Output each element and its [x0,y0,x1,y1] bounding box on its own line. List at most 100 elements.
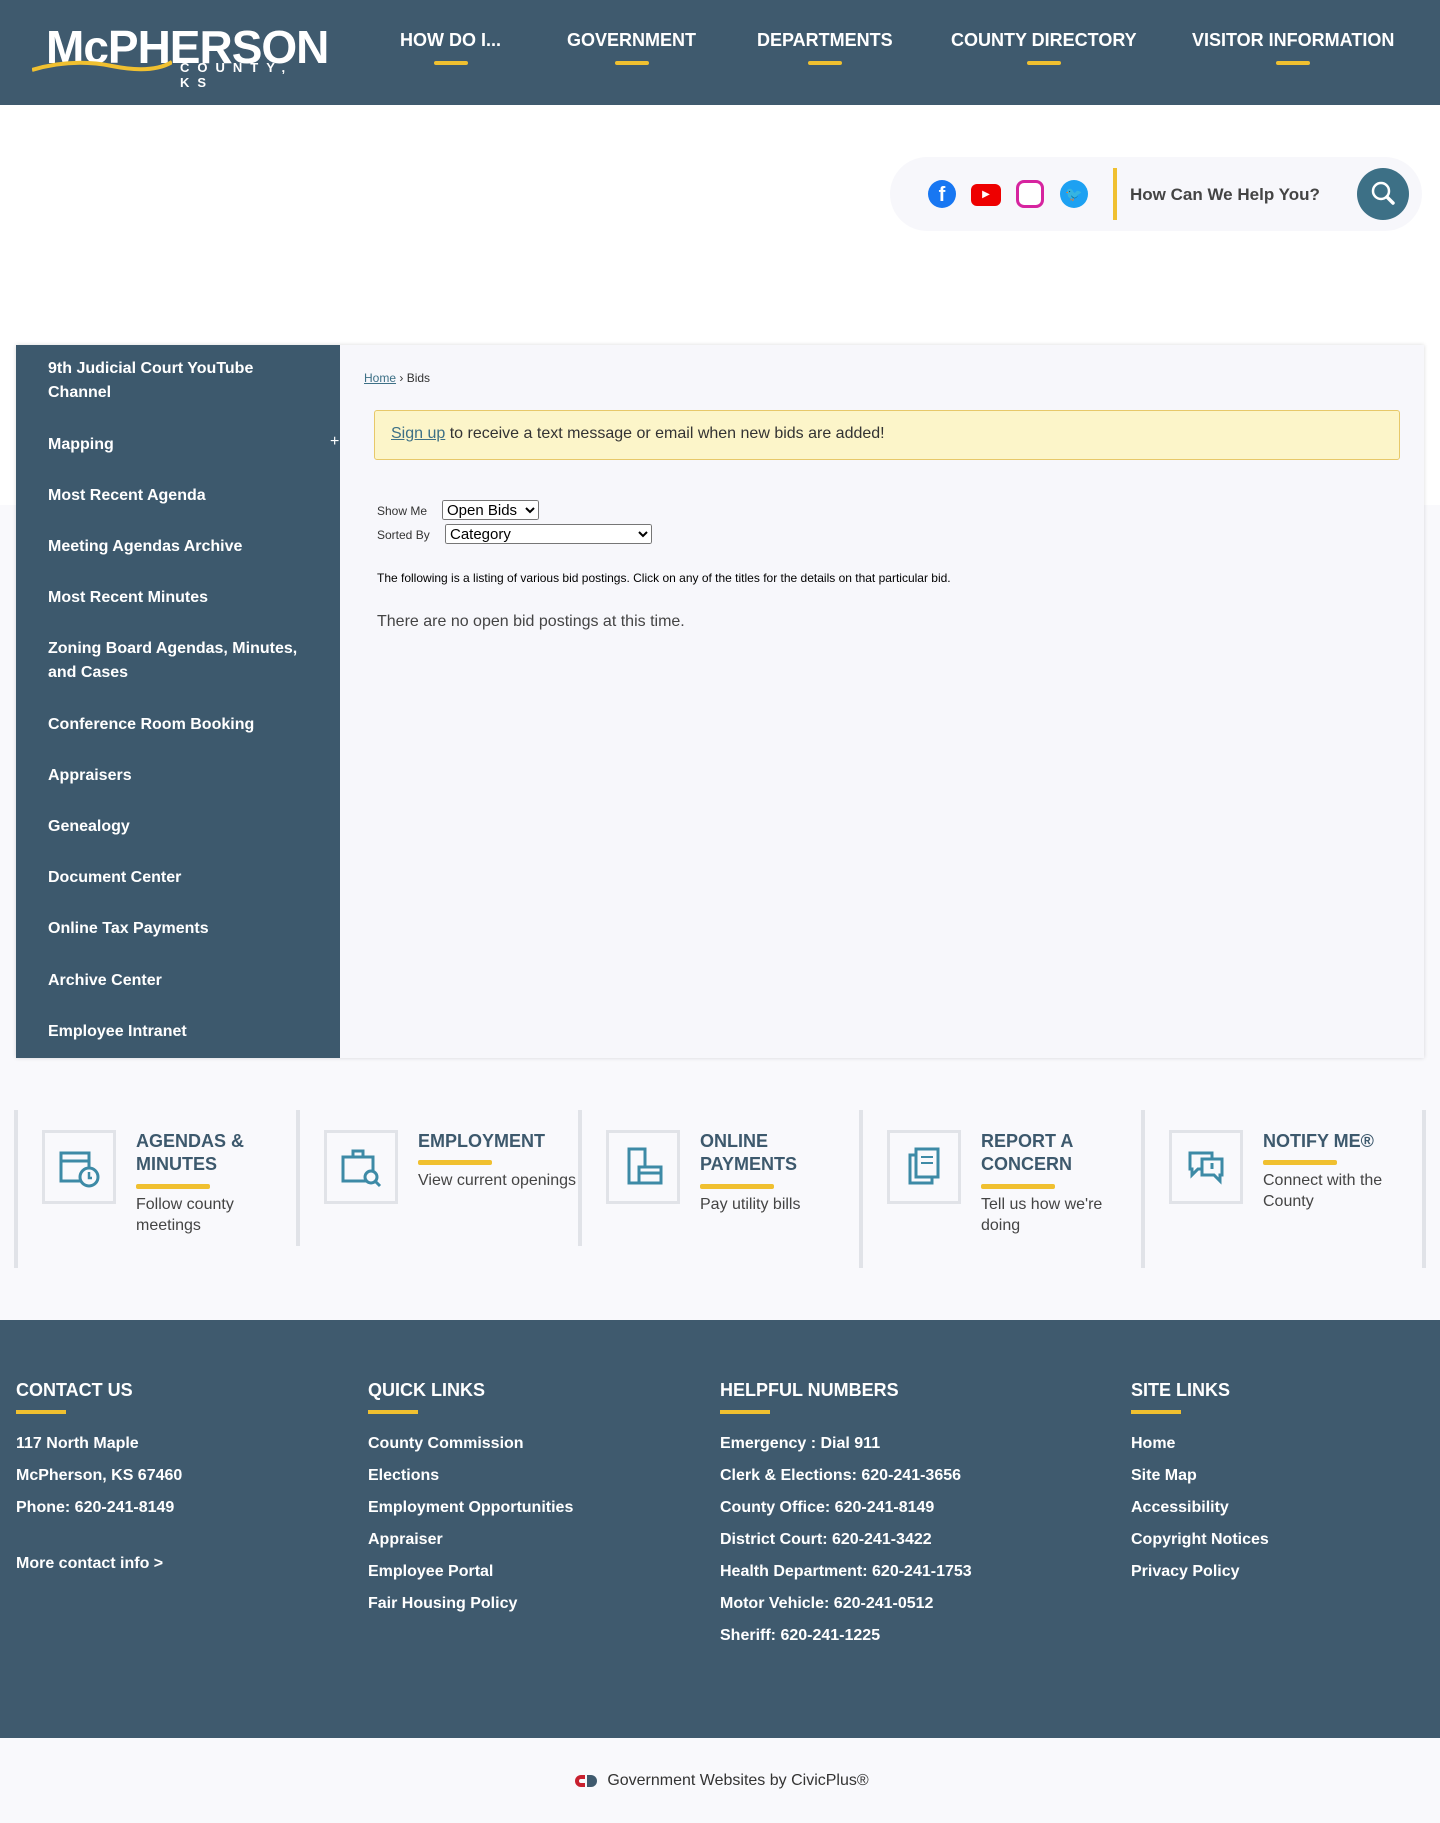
sidebar-item-employee-intranet[interactable]: Employee Intranet [48,1020,298,1044]
sidebar-item-youtube-channel[interactable]: 9th Judicial Court YouTube Channel [48,357,298,405]
footer-heading: SITE LINKS [1131,1380,1231,1400]
briefcase-search-icon [324,1130,398,1204]
facebook-icon[interactable]: f [928,180,956,208]
footer-link[interactable]: Home [1131,1428,1269,1460]
nav-county-directory[interactable]: COUNTY DIRECTORY [951,30,1137,65]
footer-link[interactable]: Elections [368,1460,573,1492]
logo[interactable]: McPHERSON COUNTY, KS [32,21,332,90]
nav-label: VISITOR INFORMATION [1192,30,1395,50]
search-button[interactable] [1357,168,1409,220]
more-contact-link[interactable]: More contact info > [16,1548,182,1580]
sorted-by-select[interactable]: Category [445,524,652,544]
footer-link[interactable]: Employment Opportunities [368,1492,573,1524]
search-input[interactable]: How Can We Help You? [1130,185,1320,205]
sidebar-item-zoning-board[interactable]: Zoning Board Agendas, Minutes, and Cases [48,637,298,685]
footer-heading: HELPFUL NUMBERS [720,1380,899,1400]
footer-site-links: SITE LINKS Home Site Map Accessibility C… [1131,1380,1269,1588]
show-me-select[interactable]: Open Bids [442,500,539,520]
sidebar-item-genealogy[interactable]: Genealogy [48,815,298,839]
tile-desc: Follow county meetings [136,1196,234,1234]
logo-swoosh-icon [32,60,172,72]
phone-number: County Office: 620-241-8149 [720,1499,935,1516]
sidebar-item-tax-payments[interactable]: Online Tax Payments [48,917,298,941]
empty-message: There are no open bid postings at this t… [377,613,685,630]
document-report-icon [887,1130,961,1204]
twitter-icon[interactable]: 🐦 [1060,180,1088,208]
calendar-clock-icon [42,1130,116,1204]
sidebar-item-mapping[interactable]: Mapping [48,433,298,457]
tile-desc: Pay utility bills [700,1196,801,1213]
footer-link[interactable]: County Commission [368,1428,573,1460]
phone-number: Health Department: 620-241-1753 [720,1563,972,1580]
phone-number: Sheriff: 620-241-1225 [720,1627,881,1644]
nav-departments[interactable]: DEPARTMENTS [757,30,893,65]
tile-underline [981,1184,1055,1189]
tile-underline [700,1184,774,1189]
sidebar-item-recent-minutes[interactable]: Most Recent Minutes [48,586,298,610]
youtube-icon[interactable]: ▶ [971,184,1001,206]
nav-how-do-i[interactable]: HOW DO I... [400,30,501,65]
phone-card-icon [606,1130,680,1204]
sidebar-item-appraisers[interactable]: Appraisers [48,764,298,788]
nav-government[interactable]: GOVERNMENT [567,30,696,65]
show-me-label: Show Me [377,504,428,518]
footer-link[interactable]: Fair Housing Policy [368,1588,573,1620]
search-divider [1113,168,1117,220]
nav-visitor-information[interactable]: VISITOR INFORMATION [1192,30,1394,65]
footer-link[interactable]: Copyright Notices [1131,1524,1269,1556]
nav-underline [433,61,468,65]
phone-line: Phone: 620-241-8149 [16,1499,175,1516]
nav-label: HOW DO I... [400,30,501,50]
footer-heading: CONTACT US [16,1380,133,1400]
civicplus-credit-link[interactable]: Government Websites by CivicPlus® [607,1772,868,1790]
sidebar-item-conference-room[interactable]: Conference Room Booking [48,713,298,737]
credit-bar: Government Websites by CivicPlus® [0,1738,1440,1823]
phone-number: District Court: 620-241-3422 [720,1531,932,1548]
footer-link[interactable]: Site Map [1131,1460,1269,1492]
instagram-icon[interactable] [1016,180,1044,208]
footer-underline [1131,1410,1181,1414]
sidebar-item-archive-center[interactable]: Archive Center [48,969,298,993]
address-line: McPherson, KS 67460 [16,1467,183,1484]
tile-title: EMPLOYMENT [418,1131,546,1151]
nav-label: COUNTY DIRECTORY [951,30,1137,50]
breadcrumb-current: Bids [406,371,431,385]
sidebar-item-document-center[interactable]: Document Center [48,866,298,890]
breadcrumb: Home › Bids [364,371,430,385]
footer-heading: QUICK LINKS [368,1380,485,1400]
address-line: 117 North Maple [16,1435,139,1452]
sorted-by-label: Sorted By [377,528,430,542]
alert-text: to receive a text message or email when … [445,425,885,442]
breadcrumb-separator: › [399,371,404,385]
sidebar-item-recent-agenda[interactable]: Most Recent Agenda [48,484,298,508]
tile-online-payments[interactable]: ONLINE PAYMENTS Pay utility bills [578,1110,859,1246]
tile-desc: Connect with the County [1263,1172,1383,1210]
footer-link[interactable]: Privacy Policy [1131,1556,1269,1588]
listing-info: The following is a listing of various bi… [377,571,951,585]
footer-link[interactable]: Accessibility [1131,1492,1269,1524]
expand-icon[interactable]: + [330,433,339,451]
signup-link[interactable]: Sign up [391,425,445,442]
phone-number: Emergency : Dial 911 [720,1435,881,1452]
nav-label: DEPARTMENTS [757,30,893,50]
nav-label: GOVERNMENT [567,30,697,50]
footer-contact: CONTACT US 117 North Maple McPherson, KS… [16,1380,182,1580]
footer-link[interactable]: Appraiser [368,1524,573,1556]
footer-underline [16,1410,66,1414]
breadcrumb-home[interactable]: Home [364,371,396,385]
search-icon [1371,181,1395,205]
tile-underline [418,1160,492,1165]
footer-underline [720,1410,770,1414]
nav-underline [807,61,842,65]
tile-report-concern[interactable]: REPORT A CONCERN Tell us how we're doing [859,1110,1140,1268]
civicplus-logo-icon [575,1774,598,1787]
footer-helpful-numbers: HELPFUL NUMBERS Emergency : Dial 911 Cle… [720,1380,972,1652]
logo-subtext: COUNTY, KS [180,60,294,90]
tile-employment[interactable]: EMPLOYMENT View current openings [296,1110,577,1246]
tile-underline [1263,1160,1337,1165]
sidebar-item-agendas-archive[interactable]: Meeting Agendas Archive [48,535,298,559]
footer-link[interactable]: Employee Portal [368,1556,573,1588]
tile-agendas-minutes[interactable]: AGENDAS & MINUTES Follow county meetings [14,1110,295,1268]
nav-underline [614,61,649,65]
tile-notify-me[interactable]: NOTIFY ME® Connect with the County [1141,1110,1426,1268]
